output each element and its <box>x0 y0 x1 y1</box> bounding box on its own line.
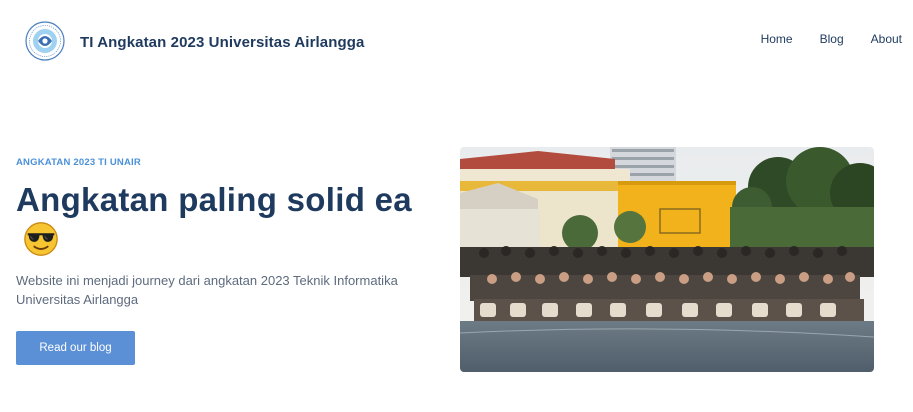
site-title[interactable]: TI Angkatan 2023 Universitas Airlangga <box>80 34 364 51</box>
hero-headline-text: Angkatan paling solid ea <box>16 181 412 218</box>
nav-link-about[interactable]: About <box>871 32 902 46</box>
navbar: TI Angkatan 2023 Universitas Airlangga H… <box>0 0 913 82</box>
read-blog-button[interactable]: Read our blog <box>16 331 135 365</box>
hero-eyebrow: ANGKATAN 2023 TI UNAIR <box>16 157 141 168</box>
nav-link-blog[interactable]: Blog <box>820 32 844 46</box>
university-seal-icon[interactable] <box>25 21 65 61</box>
hero-headline: Angkatan paling solid ea <box>16 180 426 260</box>
nav-link-home[interactable]: Home <box>761 32 793 46</box>
hero-description: Website ini menjadi journey dari angkata… <box>16 273 398 307</box>
group-photo <box>460 147 874 372</box>
group-photo-icon <box>460 147 874 372</box>
sunglasses-emoji-icon <box>24 222 58 256</box>
nav-menu: Home Blog About <box>761 32 902 46</box>
